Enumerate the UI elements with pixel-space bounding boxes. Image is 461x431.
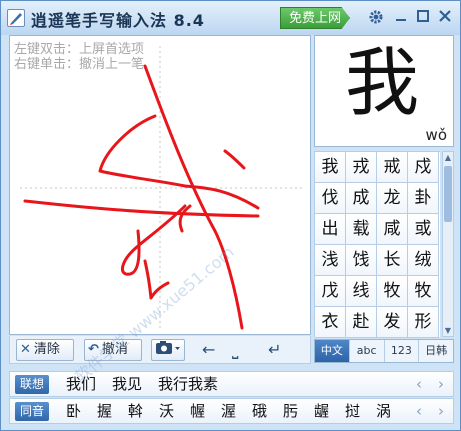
close-x-icon: ✕	[20, 342, 31, 357]
candidate-cell[interactable]: 浅	[315, 245, 346, 276]
candidate-cell[interactable]: 长	[377, 245, 408, 276]
candidate-cell[interactable]: 线	[346, 276, 377, 307]
candidate-cell[interactable]: 戒	[377, 152, 408, 183]
candidate-cell[interactable]: 我	[315, 152, 346, 183]
candidate-cell[interactable]: 戊	[315, 276, 346, 307]
homophone-label: 同音	[15, 402, 49, 421]
free-internet-button[interactable]: 免费上网	[280, 7, 350, 29]
space-icon[interactable]: ⎵	[232, 340, 238, 360]
character-preview: 我 wǒ	[314, 35, 454, 147]
candidate-cell[interactable]: 载	[346, 214, 377, 245]
candidate-grid: 我 戎 戒 戍 伐 成 龙 卦 出 载 咸 或 浅 饯 长 绒 戊 线 牧 牧 …	[314, 151, 440, 338]
homophone-candidate[interactable]: 涡	[376, 401, 391, 421]
minimize-icon[interactable]	[392, 9, 410, 27]
handwriting-pad[interactable]: 左键双击：上屏首选项 右键单击：撤消上一笔	[9, 35, 311, 335]
association-row: 联想 我们 我见 我行我素 ‹ ›	[9, 371, 454, 397]
homophone-candidate[interactable]: 硪	[252, 401, 267, 421]
undo-label: 撤消	[101, 342, 128, 357]
tab-123[interactable]: 123	[385, 340, 420, 362]
candidate-cell[interactable]: 形	[408, 307, 439, 338]
association-candidate[interactable]: 我们	[66, 374, 96, 394]
prev-page-icon[interactable]: ‹	[416, 374, 422, 394]
candidate-cell[interactable]: 或	[408, 214, 439, 245]
preview-pinyin: wǒ	[425, 126, 447, 144]
candidate-cell[interactable]: 龙	[377, 183, 408, 214]
homophone-row: 同音 卧 握 斡 沃 幄 渥 硪 肟 龌 挝 涡 ‹ ›	[9, 398, 454, 424]
undo-icon: ↶	[88, 342, 99, 357]
next-page-icon[interactable]: ›	[438, 401, 444, 421]
left-arrow-icon[interactable]: ←	[202, 340, 215, 360]
prev-page-icon[interactable]: ‹	[416, 401, 422, 421]
association-label: 联想	[15, 375, 49, 394]
preview-character: 我	[345, 40, 419, 126]
gear-icon[interactable]	[367, 9, 385, 27]
homophone-candidate[interactable]: 斡	[128, 401, 143, 421]
candidate-cell[interactable]: 戎	[346, 152, 377, 183]
candidate-cell[interactable]: 出	[315, 214, 346, 245]
candidate-cell[interactable]: 绒	[408, 245, 439, 276]
association-candidate[interactable]: 我见	[112, 374, 142, 394]
tab-chinese[interactable]: 中文	[315, 340, 350, 362]
homophone-candidate[interactable]: 沃	[159, 401, 174, 421]
homophone-candidate[interactable]: 挝	[345, 401, 360, 421]
title-bar[interactable]: 逍遥笔手写输入法 8.4 免费上网	[1, 1, 460, 35]
candidate-cell[interactable]: 成	[346, 183, 377, 214]
scroll-up-icon[interactable]: ▲	[443, 153, 453, 162]
candidate-cell[interactable]: 赴	[346, 307, 377, 338]
app-title: 逍遥笔手写输入法 8.4	[31, 11, 205, 30]
candidate-cell[interactable]: 饯	[346, 245, 377, 276]
tab-japanese-korean[interactable]: 日韩	[419, 340, 453, 362]
tab-abc[interactable]: abc	[350, 340, 385, 362]
homophone-candidate[interactable]: 肟	[283, 401, 298, 421]
candidate-scrollbar[interactable]: ▲ ▼	[442, 151, 454, 337]
ime-window: 逍遥笔手写输入法 8.4 免费上网 左键双击：上屏首选项 右键单击：撤消上一笔	[0, 0, 461, 431]
scroll-down-icon[interactable]: ▼	[443, 326, 453, 335]
maximize-icon[interactable]	[414, 9, 432, 27]
association-candidate[interactable]: 我行我素	[158, 374, 218, 394]
app-logo-icon	[7, 9, 25, 27]
camera-button[interactable]	[151, 339, 185, 361]
candidate-cell[interactable]: 牧	[408, 276, 439, 307]
pad-toolbar: ✕ 清除 ↶ 撤消 ← ⎵ ↵	[9, 336, 311, 364]
clear-button[interactable]: ✕ 清除	[16, 339, 74, 361]
next-page-icon[interactable]: ›	[438, 374, 444, 394]
scrollbar-thumb[interactable]	[444, 166, 452, 222]
clear-label: 清除	[33, 342, 60, 357]
close-icon[interactable]	[436, 9, 454, 27]
homophone-candidate[interactable]: 卧	[66, 401, 81, 421]
candidate-cell[interactable]: 卦	[408, 183, 439, 214]
camera-icon	[156, 341, 180, 354]
homophone-candidate[interactable]: 渥	[221, 401, 236, 421]
homophone-candidate[interactable]: 龌	[314, 401, 329, 421]
undo-button[interactable]: ↶ 撤消	[84, 339, 142, 361]
candidate-cell[interactable]: 咸	[377, 214, 408, 245]
homophone-candidate[interactable]: 幄	[190, 401, 205, 421]
candidate-cell[interactable]: 戍	[408, 152, 439, 183]
homophone-candidate[interactable]: 握	[97, 401, 112, 421]
enter-icon[interactable]: ↵	[268, 340, 281, 360]
ink-strokes	[20, 46, 305, 330]
candidate-cell[interactable]: 伐	[315, 183, 346, 214]
candidate-cell[interactable]: 发	[377, 307, 408, 338]
candidate-cell[interactable]: 牧	[377, 276, 408, 307]
input-mode-tabs: 中文 abc 123 日韩	[314, 339, 454, 363]
candidate-cell[interactable]: 衣	[315, 307, 346, 338]
